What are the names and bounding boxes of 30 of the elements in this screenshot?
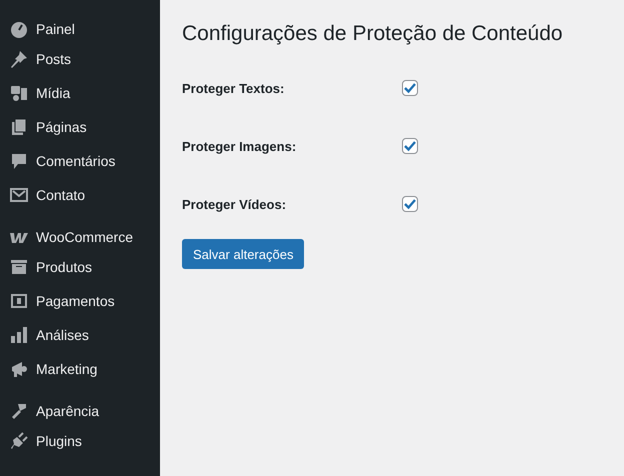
checkbox[interactable] (402, 80, 418, 96)
menu-item[interactable]: Plugins (0, 424, 160, 458)
save-button[interactable]: Salvar alterações (182, 239, 304, 269)
option-label: Proteger Vídeos: (182, 196, 288, 212)
checkbox[interactable] (402, 138, 418, 154)
page-title: Configurações de Proteção de Conteúdo (182, 22, 563, 46)
comment-icon (9, 151, 29, 171)
megaphone-icon (9, 359, 29, 379)
menu-item[interactable]: Comentários (0, 144, 160, 178)
menu-item[interactable]: Contato (0, 178, 160, 212)
dollar-card-icon (9, 291, 29, 311)
option-label: Proteger Textos: (182, 80, 286, 96)
plug-icon (9, 431, 29, 451)
menu-item[interactable]: Posts (0, 42, 160, 76)
menu-item[interactable]: Páginas (0, 110, 160, 144)
menu-item[interactable]: Painel (0, 15, 160, 42)
menu-item[interactable]: Pagamentos (0, 284, 160, 318)
checkbox[interactable] (402, 196, 418, 212)
menu-item[interactable]: WooCommerce (0, 223, 160, 250)
pin-icon (9, 49, 29, 69)
menu-item[interactable]: Marketing (0, 352, 160, 386)
menu-item[interactable]: Mídia (0, 76, 160, 110)
menu-item[interactable]: Análises (0, 318, 160, 352)
menu-item[interactable]: Produtos (0, 250, 160, 284)
bar-chart-icon (9, 325, 29, 345)
archive-box-icon (9, 257, 29, 277)
option-label: Proteger Imagens: (182, 138, 298, 154)
menu-item[interactable]: Aparência (0, 397, 160, 424)
envelope-icon (9, 185, 29, 205)
media-icon (9, 83, 29, 103)
